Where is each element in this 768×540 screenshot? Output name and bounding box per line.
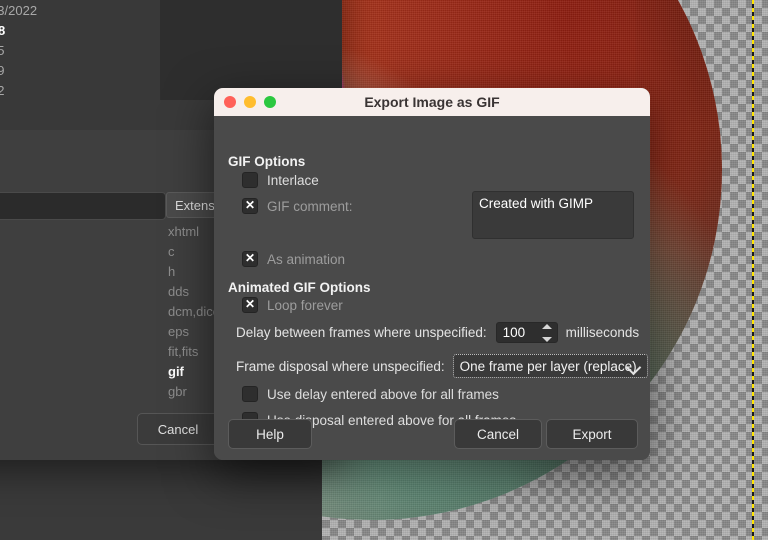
disposal-label: Frame disposal where unspecified: xyxy=(236,358,445,374)
dialog-titlebar: Export Image as GIF xyxy=(214,88,650,116)
frame-disposal-value: One frame per layer (replace) xyxy=(459,358,637,374)
screen: MB 10/08/2022 3 kB 05/03/2022 kB 05/03/2… xyxy=(0,0,768,540)
delay-label: Delay between frames where unspecified: xyxy=(236,325,487,340)
delay-units-label: milliseconds xyxy=(565,325,640,340)
gif-options-heading: GIF Options xyxy=(228,154,306,169)
delay-stepper[interactable]: 100 xyxy=(495,322,558,343)
loop-forever-label: Loop forever xyxy=(267,297,343,313)
selection-marquee xyxy=(752,0,754,540)
chevron-down-icon[interactable] xyxy=(542,337,553,342)
disposal-field-row: Frame disposal where unspecified: One fr… xyxy=(236,354,648,378)
gif-comment-label: GIF comment: xyxy=(267,198,353,214)
file-date: 05/03/2022 xyxy=(0,2,38,18)
use-delay-all-label: Use delay entered above for all frames xyxy=(267,386,499,402)
gif-comment-checkbox-row[interactable]: GIF comment: xyxy=(242,197,353,214)
dialog-body: GIF Options Interlace GIF comment: Creat… xyxy=(214,116,650,460)
file-date: 16:18 xyxy=(0,22,6,38)
animated-gif-options-heading: Animated GIF Options xyxy=(228,280,371,295)
file-date: 16:42 xyxy=(0,82,5,98)
loop-forever-checkbox-row[interactable]: Loop forever xyxy=(242,296,343,313)
help-button[interactable]: Help xyxy=(228,419,312,449)
delay-field-row: Delay between frames where unspecified: … xyxy=(236,322,639,343)
gif-comment-checkbox[interactable] xyxy=(242,197,258,214)
chevron-up-icon[interactable] xyxy=(542,324,553,329)
as-animation-checkbox[interactable] xyxy=(242,250,258,267)
loop-forever-checkbox[interactable] xyxy=(242,296,258,313)
interlace-checkbox[interactable] xyxy=(242,172,258,188)
delay-value: 100 xyxy=(502,325,526,340)
dialog-title: Export Image as GIF xyxy=(364,94,500,110)
cancel-button[interactable]: Cancel xyxy=(454,419,542,449)
file-dialog-cancel-button[interactable]: Cancel xyxy=(137,413,219,445)
use-delay-all-checkbox[interactable] xyxy=(242,386,258,402)
file-date: 16:29 xyxy=(0,62,5,78)
frame-disposal-select[interactable]: One frame per layer (replace) xyxy=(452,354,648,378)
interlace-label: Interlace xyxy=(267,172,319,188)
gif-comment-textarea[interactable]: Created with GIMP xyxy=(472,191,634,239)
as-animation-label: As animation xyxy=(267,251,346,267)
use-delay-all-checkbox-row[interactable]: Use delay entered above for all frames xyxy=(242,386,499,402)
stepper-arrows[interactable] xyxy=(542,324,553,342)
file-preview-pane: No selection xyxy=(160,0,342,100)
file-date: 16:25 xyxy=(0,42,5,58)
as-animation-checkbox-row[interactable]: As animation xyxy=(242,250,346,267)
export-gif-dialog[interactable]: Export Image as GIF GIF Options Interlac… xyxy=(214,88,650,460)
filename-input[interactable] xyxy=(0,192,166,220)
interlace-checkbox-row[interactable]: Interlace xyxy=(242,172,319,188)
export-button[interactable]: Export xyxy=(546,419,638,449)
